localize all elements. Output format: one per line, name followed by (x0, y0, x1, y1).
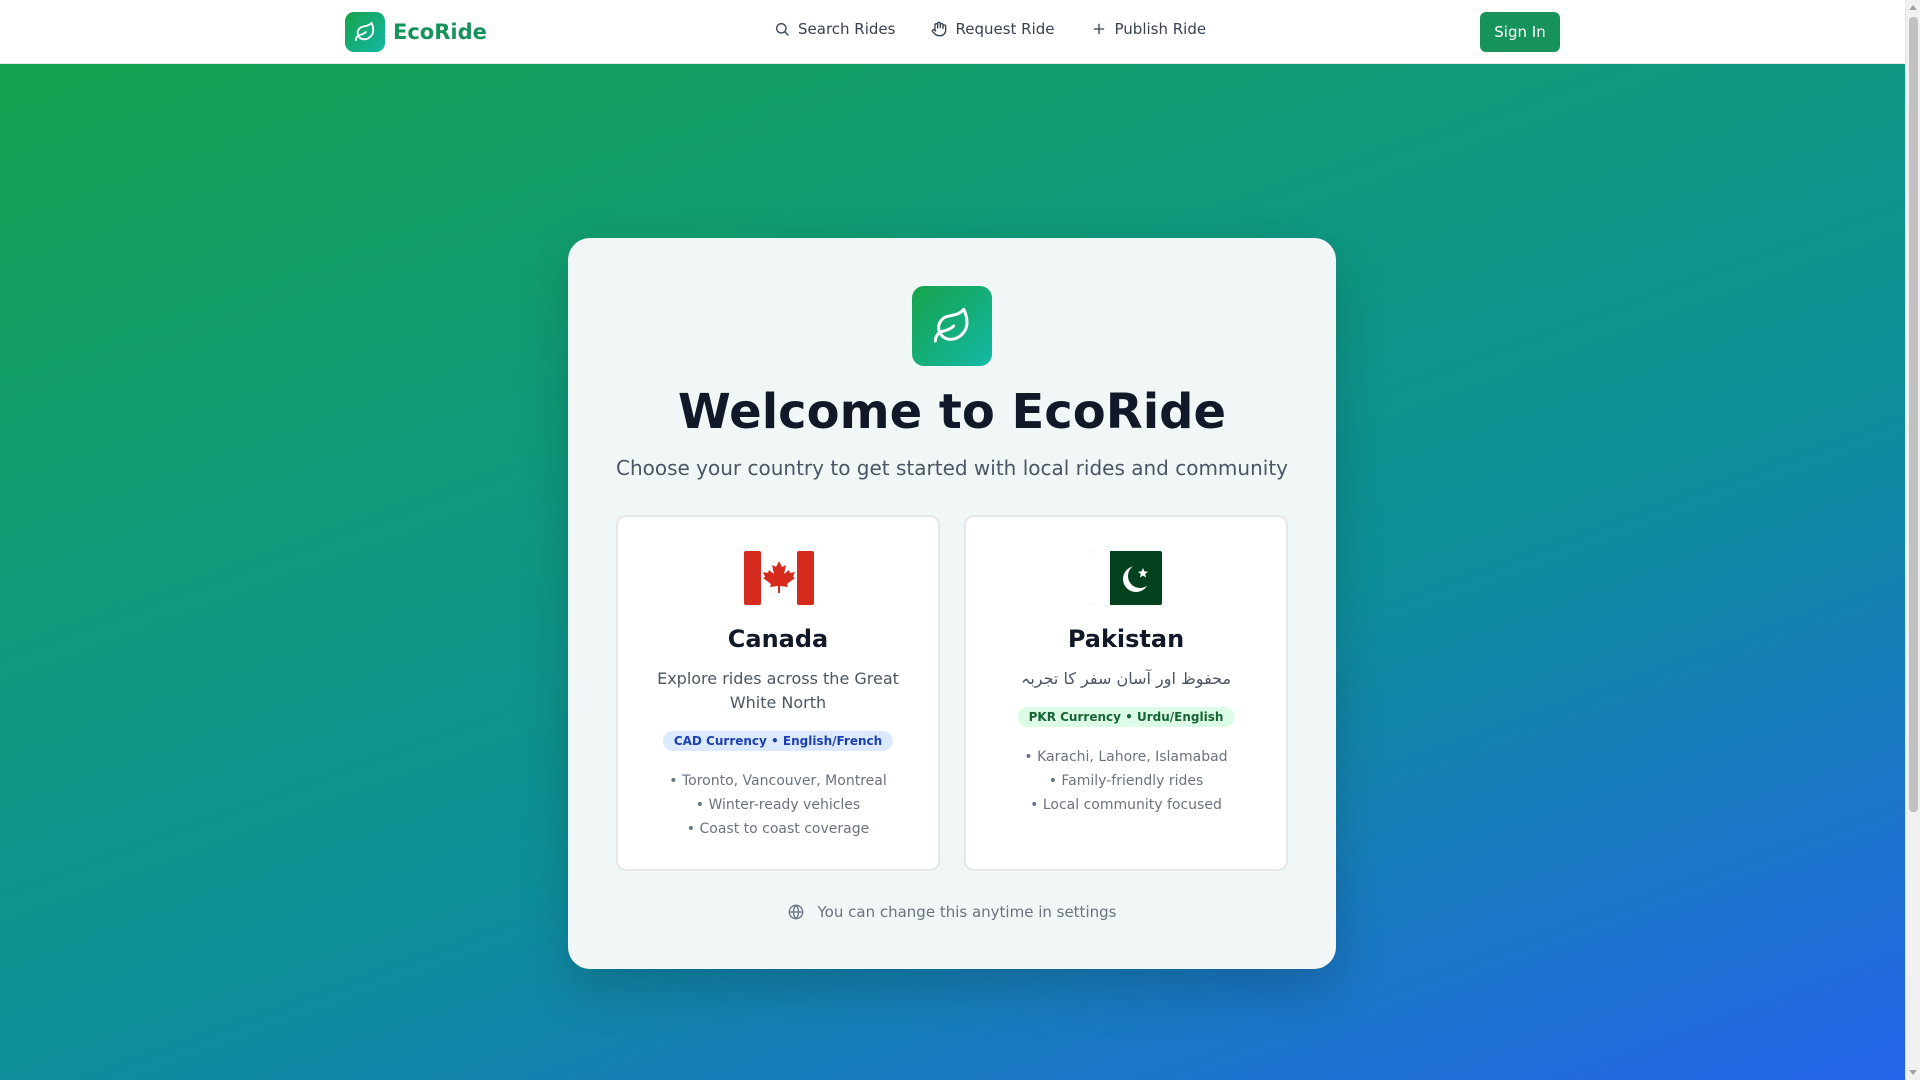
main-nav: Search Rides Request Ride Publish Ride (774, 20, 1206, 38)
country-name-pakistan: Pakistan (1067, 625, 1185, 653)
hand-icon (932, 21, 947, 37)
country-selection-card: Welcome to EcoRide Choose your country t… (568, 238, 1336, 969)
leaf-logo-icon (345, 12, 385, 52)
brand-name: EcoRide (393, 20, 487, 44)
search-icon (776, 23, 789, 36)
country-name-canada: Canada (727, 625, 829, 653)
feature-item: • Coast to coast coverage (686, 821, 870, 837)
nav-search-rides[interactable]: Search Rides (774, 20, 895, 38)
feature-item: • Local community focused (1030, 797, 1222, 813)
settings-note: You can change this anytime in settings (568, 903, 1336, 921)
currency-language-badge-pakistan: PKR Currency • Urdu/English (1017, 707, 1235, 727)
country-option-canada[interactable]: Canada Explore rides across the Great Wh… (616, 515, 940, 871)
brand-home-link[interactable]: EcoRide (345, 12, 487, 52)
country-description-pakistan: محفوظ اور آسان سفر کا تجربہ (1020, 669, 1232, 688)
nav-publish-ride[interactable]: Publish Ride (1091, 20, 1207, 38)
plus-icon (1093, 23, 1104, 35)
feature-list-pakistan: • Karachi, Lahore, Islamabad • Family-fr… (966, 745, 1286, 817)
page-subtitle: Choose your country to get started with … (615, 456, 1288, 480)
country-option-pakistan[interactable]: Pakistan محفوظ اور آسان سفر کا تجربہ PKR… (964, 515, 1288, 871)
pakistan-flag-icon (1092, 551, 1162, 605)
currency-language-badge-canada: CAD Currency • English/French (662, 731, 894, 751)
nav-request-ride-label: Request Ride (955, 20, 1055, 38)
settings-note-text: You can change this anytime in settings (817, 903, 1117, 921)
feature-item: • Winter-ready vehicles (695, 797, 861, 813)
page-title: Welcome to EcoRide (677, 384, 1227, 440)
leaf-hero-icon (912, 286, 992, 366)
nav-request-ride[interactable]: Request Ride (931, 20, 1055, 38)
scroll-up-icon[interactable] (1909, 5, 1917, 10)
nav-search-rides-label: Search Rides (798, 20, 896, 38)
scrollbar-thumb[interactable] (1909, 17, 1918, 812)
feature-list-canada: • Toronto, Vancouver, Montreal • Winter-… (618, 769, 938, 841)
globe-icon (788, 904, 803, 920)
canada-flag-icon (744, 551, 814, 605)
sign-in-button[interactable]: Sign In (1480, 12, 1560, 52)
page-scrollbar[interactable] (1905, 0, 1920, 1080)
country-description-canada: Explore rides across the Great White Nor… (657, 669, 899, 712)
feature-item: • Family-friendly rides (1048, 773, 1204, 789)
nav-publish-ride-label: Publish Ride (1114, 20, 1207, 38)
feature-item: • Karachi, Lahore, Islamabad (1024, 749, 1228, 765)
top-nav-bar: EcoRide Search Rides Request Ride Publis… (0, 0, 1905, 64)
scroll-down-icon[interactable] (1909, 1070, 1917, 1075)
feature-item: • Toronto, Vancouver, Montreal (669, 773, 887, 789)
